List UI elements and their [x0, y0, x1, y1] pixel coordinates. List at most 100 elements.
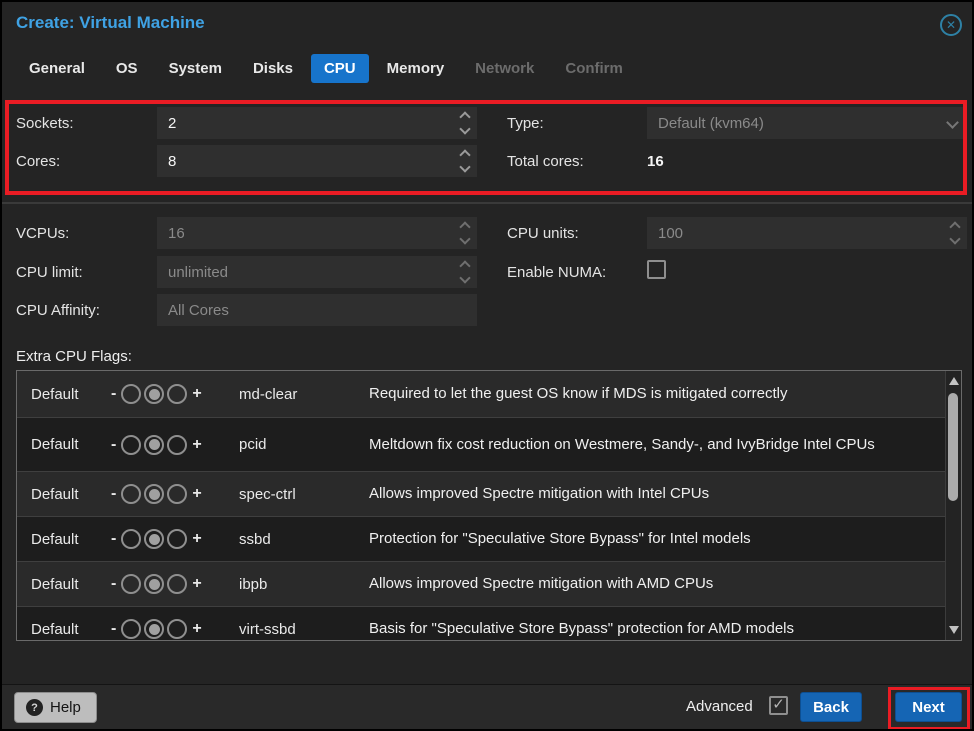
- cpu-affinity-input: All Cores: [157, 294, 477, 326]
- flag-default-option[interactable]: [144, 484, 164, 504]
- vcpus-label: VCPUs:: [16, 225, 69, 242]
- tab-disks[interactable]: Disks: [240, 54, 306, 83]
- flag-tristate-toggle[interactable]: - +: [109, 574, 239, 594]
- scroll-up-icon[interactable]: [949, 377, 959, 385]
- flag-default-label: Default: [17, 436, 109, 453]
- advanced-label: Advanced: [686, 698, 753, 715]
- flag-default-label: Default: [17, 486, 109, 503]
- total-cores-value: 16: [647, 153, 664, 170]
- flag-on-option[interactable]: [167, 435, 187, 455]
- flag-on-option[interactable]: [167, 529, 187, 549]
- footer-bar: ? Help Advanced ✓ Back Next: [2, 684, 972, 729]
- cpu-flags-table: Default - + md-clear Required to let the…: [16, 370, 962, 641]
- flag-tristate-toggle[interactable]: - +: [109, 529, 239, 549]
- flag-on-option[interactable]: [167, 619, 187, 639]
- flag-tristate-toggle[interactable]: - +: [109, 384, 239, 404]
- flag-default-label: Default: [17, 386, 109, 403]
- cores-stepper[interactable]: 8: [157, 145, 477, 177]
- flag-default-label: Default: [17, 531, 109, 548]
- type-label: Type:: [507, 115, 544, 132]
- enable-numa-label: Enable NUMA:: [507, 264, 606, 281]
- tab-system[interactable]: System: [156, 54, 235, 83]
- flag-default-label: Default: [17, 576, 109, 593]
- cpu-units-spinner-icon: [951, 217, 959, 249]
- extra-cpu-flags-label: Extra CPU Flags:: [16, 348, 132, 365]
- tab-memory[interactable]: Memory: [374, 54, 458, 83]
- back-button[interactable]: Back: [800, 692, 862, 722]
- flag-name: spec-ctrl: [239, 486, 369, 503]
- flag-row: Default - + md-clear Required to let the…: [17, 371, 945, 417]
- type-select: Default (kvm64): [647, 107, 967, 139]
- tab-network: Network: [462, 54, 547, 83]
- sockets-value: 2: [168, 115, 176, 132]
- enable-numa-checkbox[interactable]: [647, 260, 666, 279]
- advanced-checkbox[interactable]: ✓: [769, 696, 788, 715]
- minus-icon: -: [109, 530, 118, 548]
- cpu-units-value: 100: [658, 225, 683, 242]
- tab-confirm: Confirm: [552, 54, 636, 83]
- close-button[interactable]: ✕: [940, 14, 962, 36]
- sockets-stepper[interactable]: 2: [157, 107, 477, 139]
- tab-cpu[interactable]: CPU: [311, 54, 369, 83]
- flag-name: ibpb: [239, 576, 369, 593]
- flag-default-option[interactable]: [144, 619, 164, 639]
- plus-icon: +: [190, 436, 203, 454]
- flag-on-option[interactable]: [167, 484, 187, 504]
- flag-tristate-toggle[interactable]: - +: [109, 484, 239, 504]
- sockets-spinner-icon[interactable]: [461, 107, 469, 139]
- flag-row: Default - + ibpb Allows improved Spectre…: [17, 561, 945, 606]
- minus-icon: -: [109, 575, 118, 593]
- help-button-label: Help: [50, 699, 81, 716]
- cpu-limit-label: CPU limit:: [16, 264, 83, 281]
- flag-description: Required to let the guest OS know if MDS…: [369, 384, 929, 404]
- plus-icon: +: [190, 530, 203, 548]
- total-cores-label: Total cores:: [507, 153, 584, 170]
- dialog-title: Create: Virtual Machine: [16, 13, 205, 33]
- create-vm-dialog: Create: Virtual Machine ✕ GeneralOSSyste…: [0, 0, 974, 731]
- flag-default-option[interactable]: [144, 574, 164, 594]
- scrollbar-thumb[interactable]: [948, 393, 958, 501]
- flag-tristate-toggle[interactable]: - +: [109, 435, 239, 455]
- flag-description: Protection for "Speculative Store Bypass…: [369, 529, 929, 549]
- plus-icon: +: [190, 485, 203, 503]
- flag-default-option[interactable]: [144, 384, 164, 404]
- scroll-down-icon[interactable]: [949, 626, 959, 634]
- tab-os[interactable]: OS: [103, 54, 151, 83]
- flag-name: ssbd: [239, 531, 369, 548]
- minus-icon: -: [109, 385, 118, 403]
- flag-off-option[interactable]: [121, 484, 141, 504]
- flag-off-option[interactable]: [121, 529, 141, 549]
- flag-off-option[interactable]: [121, 384, 141, 404]
- flag-on-option[interactable]: [167, 574, 187, 594]
- flag-description: Allows improved Spectre mitigation with …: [369, 574, 929, 594]
- flag-default-label: Default: [17, 621, 109, 638]
- cpu-limit-spinner-icon: [461, 256, 469, 288]
- flag-default-option[interactable]: [144, 435, 164, 455]
- plus-icon: +: [190, 575, 203, 593]
- check-icon: ✓: [772, 697, 785, 712]
- help-button[interactable]: ? Help: [14, 692, 97, 723]
- cores-spinner-icon[interactable]: [461, 145, 469, 177]
- flag-off-option[interactable]: [121, 619, 141, 639]
- flag-on-option[interactable]: [167, 384, 187, 404]
- cpu-limit-value: unlimited: [168, 264, 228, 281]
- minus-icon: -: [109, 485, 118, 503]
- vcpus-value: 16: [168, 225, 185, 242]
- flag-row: Default - + pcid Meltdown fix cost reduc…: [17, 417, 945, 471]
- chevron-down-icon: [946, 116, 959, 129]
- plus-icon: +: [190, 620, 203, 638]
- cpu-limit-stepper: unlimited: [157, 256, 477, 288]
- next-button[interactable]: Next: [895, 692, 962, 722]
- flags-scrollbar[interactable]: [945, 371, 961, 640]
- flag-off-option[interactable]: [121, 574, 141, 594]
- flag-default-option[interactable]: [144, 529, 164, 549]
- flag-row: Default - + spec-ctrl Allows improved Sp…: [17, 471, 945, 516]
- section-separator: [2, 202, 972, 204]
- cpu-affinity-value: All Cores: [168, 302, 229, 319]
- tab-general[interactable]: General: [16, 54, 98, 83]
- vcpus-spinner-icon: [461, 217, 469, 249]
- minus-icon: -: [109, 436, 118, 454]
- flag-off-option[interactable]: [121, 435, 141, 455]
- help-icon: ?: [26, 699, 43, 716]
- flag-tristate-toggle[interactable]: - +: [109, 619, 239, 639]
